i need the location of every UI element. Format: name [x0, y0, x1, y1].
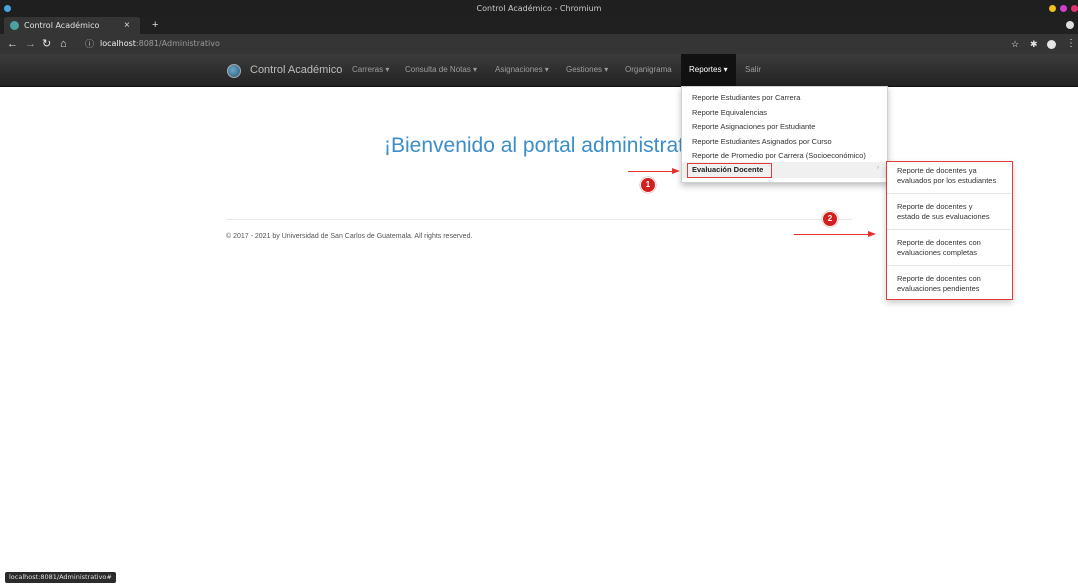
footer-divider [226, 219, 852, 220]
submenu-item-pendientes[interactable]: Reporte de docentes con evaluaciones pen… [897, 274, 1009, 294]
annotation-arrow-2 [794, 234, 869, 235]
status-url: localhost:8081/Administrativo# [5, 572, 116, 583]
tab-close-icon[interactable]: × [124, 17, 130, 34]
home-icon[interactable]: ⌂ [60, 34, 67, 54]
menu-item-asignaciones-estudiante[interactable]: Reporte Asignaciones por Estudiante [692, 122, 815, 131]
url-path: :8081/Administrativo [135, 39, 220, 48]
tab-search-icon[interactable] [1066, 21, 1074, 29]
tab-title: Control Académico [24, 21, 100, 30]
annotation-arrowhead-2 [868, 231, 876, 237]
footer-text: © 2017 - 2021 by Universidad de San Carl… [226, 233, 473, 240]
annotation-arrow-1 [628, 171, 673, 172]
menu-item-equivalencias[interactable]: Reporte Equivalencias [692, 108, 767, 117]
submenu-divider [887, 229, 1011, 230]
reload-icon[interactable]: ↻ [42, 34, 51, 54]
submenu-line: evaluaciones completas [897, 248, 978, 257]
favicon-icon [10, 21, 19, 30]
profile-avatar[interactable] [1047, 40, 1056, 49]
url-host: localhost [100, 39, 136, 48]
submenu-line: Reporte de docentes ya [897, 166, 977, 175]
evaluacion-docente-label: Evaluación Docente [692, 165, 764, 174]
menu-item-asignados-curso[interactable]: Reporte Estudiantes Asignados por Curso [692, 137, 832, 146]
new-tab-icon[interactable]: + [152, 17, 158, 34]
submenu-caret-icon: › [877, 165, 879, 171]
nav-organigrama[interactable]: Organigrama [625, 54, 672, 86]
browser-tab[interactable]: Control Académico × [4, 17, 140, 34]
menu-kebab-icon[interactable]: ⋮ [1066, 34, 1076, 54]
forward-icon[interactable]: → [25, 34, 36, 54]
submenu-line: evaluaciones pendientes [897, 284, 980, 293]
url-field[interactable]: localhost:8081/Administrativo [100, 34, 220, 54]
submenu-line: Reporte de docentes con [897, 274, 981, 283]
submenu-line: Reporte de docentes con [897, 238, 981, 247]
window-title: Control Académico - Chromium [476, 4, 602, 13]
submenu-item-completas[interactable]: Reporte de docentes con evaluaciones com… [897, 238, 1009, 258]
submenu-line: evaluados por los estudiantes [897, 176, 997, 185]
submenu-divider [887, 265, 1011, 266]
submenu-line: estado de sus evaluaciones [897, 212, 990, 221]
minimize-icon[interactable] [1049, 5, 1056, 12]
menu-item-promedio-carrera[interactable]: Reporte de Promedio por Carrera (Socioec… [692, 151, 866, 160]
tab-strip [0, 17, 1078, 34]
nav-carreras[interactable]: Carreras ▾ [352, 54, 389, 86]
nav-consulta-notas[interactable]: Consulta de Notas ▾ [405, 54, 477, 86]
extensions-icon[interactable]: ✱ [1030, 34, 1038, 54]
usac-logo-icon [227, 64, 241, 78]
nav-asignaciones[interactable]: Asignaciones ▾ [495, 54, 549, 86]
annotation-badge-1: 1 [640, 177, 656, 193]
submenu-line: Reporte de docentes y [897, 202, 973, 211]
welcome-heading: ¡Bienvenido al portal administrativo [384, 134, 711, 157]
submenu-item-evaluados[interactable]: Reporte de docentes ya evaluados por los… [897, 166, 1009, 186]
window-titlebar: Control Académico - Chromium [0, 0, 1078, 17]
nav-salir[interactable]: Salir [745, 54, 761, 86]
bookmark-star-icon[interactable]: ☆ [1011, 34, 1019, 54]
nav-reportes[interactable]: Reportes ▾ [681, 54, 736, 86]
submenu-item-estado[interactable]: Reporte de docentes y estado de sus eval… [897, 202, 1009, 222]
maximize-icon[interactable] [1060, 5, 1067, 12]
info-icon[interactable]: ⓘ [85, 34, 94, 54]
menu-item-estudiantes-carrera[interactable]: Reporte Estudiantes por Carrera [692, 93, 800, 102]
navbar-brand[interactable]: Control Académico [250, 54, 342, 86]
annotation-arrowhead-1 [672, 168, 680, 174]
app-icon [4, 5, 11, 12]
back-icon[interactable]: ← [7, 34, 18, 54]
submenu-divider [887, 193, 1011, 194]
annotation-badge-2: 2 [822, 211, 838, 227]
nav-gestiones[interactable]: Gestiones ▾ [566, 54, 608, 86]
close-window-icon[interactable] [1071, 5, 1078, 12]
